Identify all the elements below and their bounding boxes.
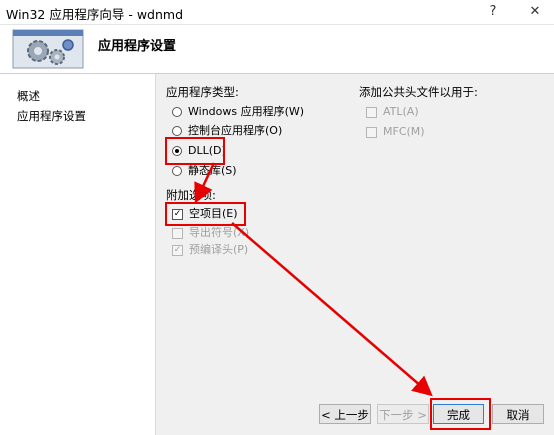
checkbox-label: 导出符号(X): [189, 226, 250, 239]
radio-icon: [172, 107, 182, 117]
sidebar-item-app-settings[interactable]: 应用程序设置: [17, 108, 86, 124]
window-title: Win32 应用程序向导 - wdnmd: [6, 7, 184, 22]
title-bar: Win32 应用程序向导 - wdnmd ? ✕: [0, 0, 554, 25]
checkbox-export-symbols[interactable]: 导出符号(X): [172, 225, 249, 241]
wizard-header: 应用程序设置: [0, 25, 554, 74]
radio-windows-app[interactable]: Windows 应用程序(W): [172, 104, 304, 120]
sidebar: 概述 应用程序设置: [0, 74, 156, 435]
checkbox-icon: [366, 126, 377, 138]
empty-project-highlight-box: [165, 202, 246, 226]
checkbox-checked-icon: ✓: [172, 244, 183, 256]
checkbox-atl[interactable]: ATL(A): [366, 104, 419, 120]
app-type-label: 应用程序类型:: [166, 85, 239, 99]
extra-options-label: 附加选项:: [166, 188, 216, 202]
checkbox-label: 预编译头(P): [189, 243, 249, 256]
dll-highlight-box: [165, 137, 225, 165]
radio-static-lib[interactable]: 静态库(S): [172, 163, 237, 179]
radio-label: 静态库(S): [188, 164, 237, 177]
checkbox-precompiled-header[interactable]: ✓ 预编译头(P): [172, 242, 248, 258]
radio-icon: [172, 126, 182, 136]
checkbox-label: ATL(A): [383, 105, 419, 118]
sidebar-item-overview[interactable]: 概述: [17, 88, 40, 104]
cancel-button[interactable]: 取消: [492, 404, 544, 424]
gears-logo-icon: [12, 29, 84, 69]
close-icon[interactable]: ✕: [518, 0, 552, 24]
help-icon[interactable]: ?: [476, 0, 510, 24]
radio-icon: [172, 166, 182, 176]
radio-label: Windows 应用程序(W): [188, 105, 305, 118]
checkbox-icon: [172, 227, 183, 239]
finish-button[interactable]: 完成: [433, 404, 484, 424]
checkbox-mfc[interactable]: MFC(M): [366, 124, 425, 140]
page-title: 应用程序设置: [98, 39, 177, 54]
next-button[interactable]: 下一步 >: [377, 404, 429, 424]
common-headers-label: 添加公共头文件以用于:: [359, 85, 478, 99]
checkbox-label: MFC(M): [383, 125, 425, 138]
prev-button[interactable]: < 上一步: [319, 404, 371, 424]
checkbox-icon: [366, 106, 377, 118]
